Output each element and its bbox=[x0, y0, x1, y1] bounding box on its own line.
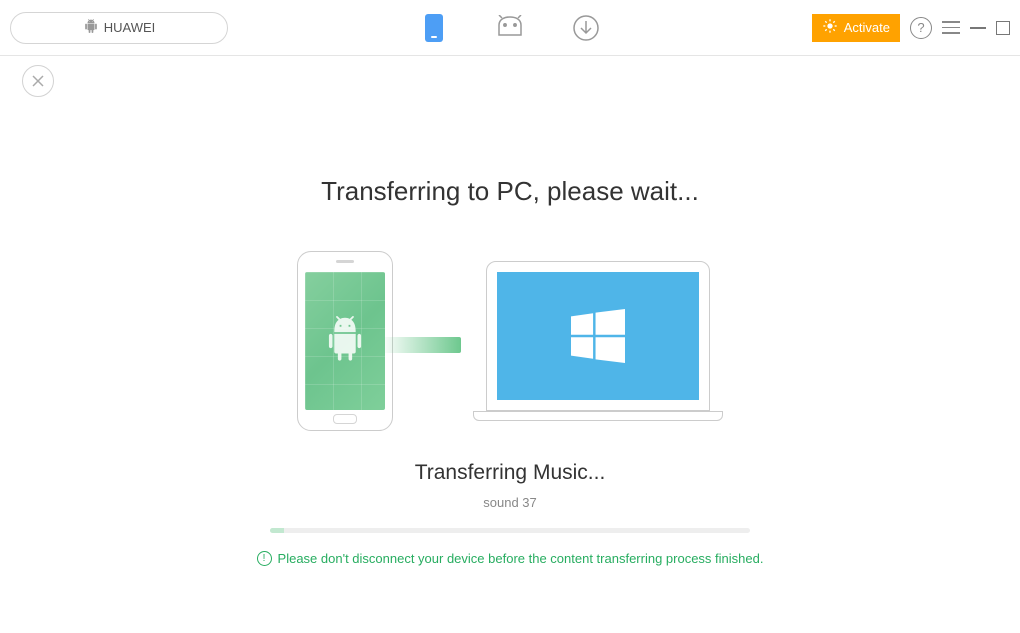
right-controls: Activate ? bbox=[812, 14, 1010, 42]
main-content: Transferring to PC, please wait... bbox=[0, 56, 1020, 566]
transfer-illustration bbox=[297, 251, 723, 431]
activate-button[interactable]: Activate bbox=[812, 14, 900, 42]
download-tab-icon[interactable] bbox=[571, 13, 601, 43]
activate-label: Activate bbox=[844, 20, 890, 35]
device-chip[interactable]: HUAWEI bbox=[10, 12, 228, 44]
android-tab-icon[interactable] bbox=[495, 13, 525, 43]
warning-message: ! Please don't disconnect your device be… bbox=[257, 551, 764, 566]
page-title: Transferring to PC, please wait... bbox=[321, 176, 699, 207]
phone-tab-icon[interactable] bbox=[419, 13, 449, 43]
laptop-device-icon bbox=[473, 261, 723, 421]
progress-bar bbox=[270, 528, 750, 533]
menu-icon[interactable] bbox=[942, 21, 960, 34]
current-file: sound 37 bbox=[483, 495, 537, 510]
maximize-icon[interactable] bbox=[996, 21, 1010, 35]
minimize-icon[interactable] bbox=[970, 27, 986, 29]
android-icon bbox=[83, 19, 99, 36]
help-icon[interactable]: ? bbox=[910, 17, 932, 39]
sun-icon bbox=[822, 18, 838, 37]
top-bar: HUAWEI Activate ? bbox=[0, 0, 1020, 56]
progress-fill bbox=[270, 528, 284, 533]
close-button[interactable] bbox=[22, 65, 54, 97]
device-name: HUAWEI bbox=[104, 20, 156, 35]
warning-text: Please don't disconnect your device befo… bbox=[278, 551, 764, 566]
transfer-status: Transferring Music... bbox=[415, 461, 606, 485]
warning-icon: ! bbox=[257, 551, 272, 566]
windows-icon bbox=[571, 309, 625, 363]
phone-device-icon bbox=[297, 251, 393, 431]
center-nav bbox=[419, 13, 601, 43]
